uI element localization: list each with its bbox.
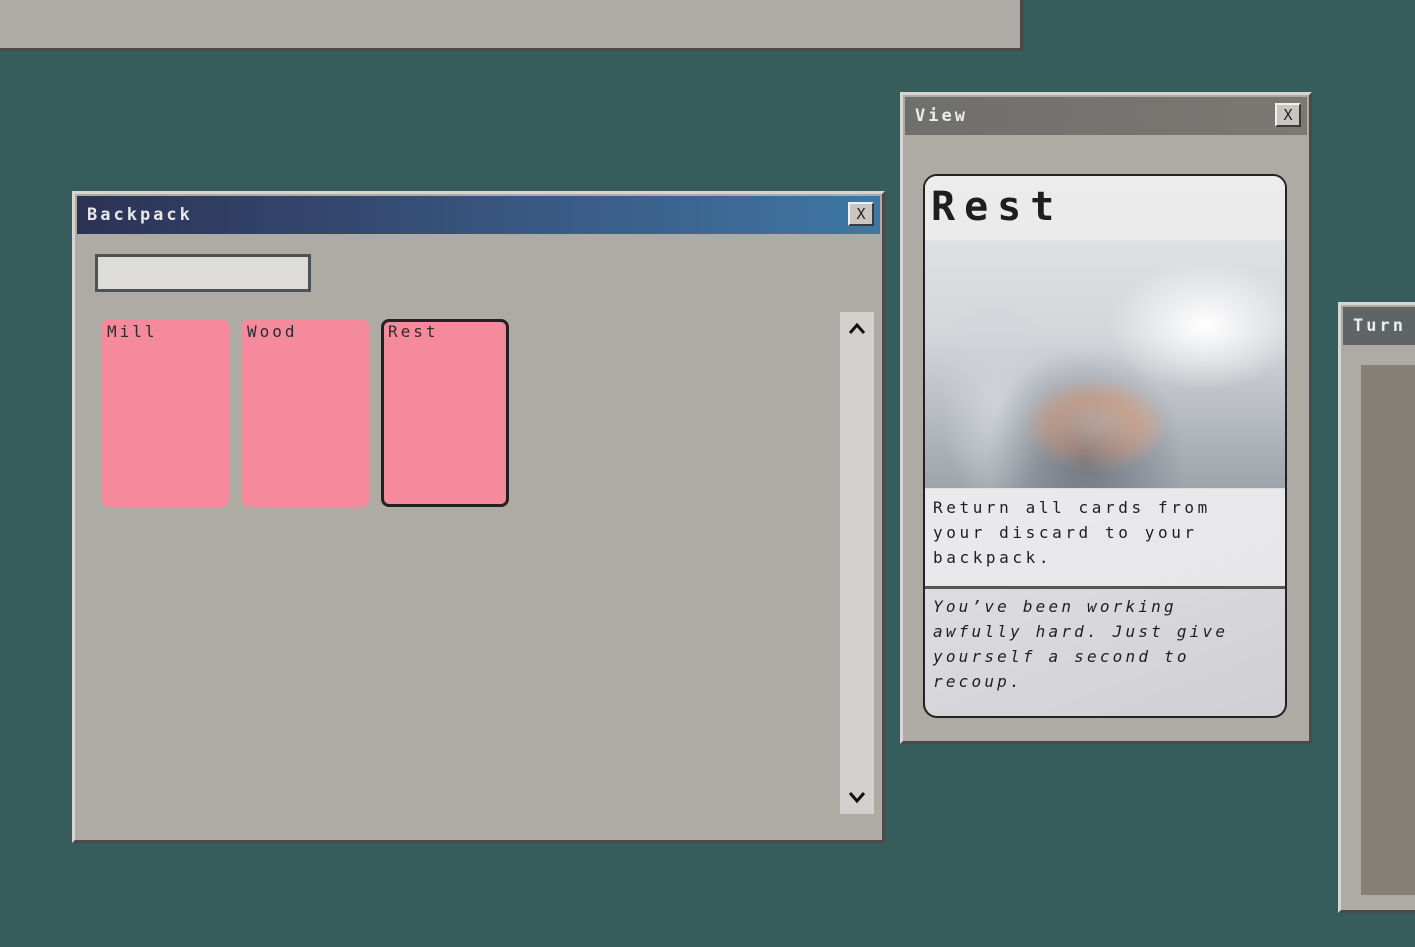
card-detail: Rest Return all cards from your discard … (923, 174, 1287, 718)
chevron-up-icon (848, 322, 866, 334)
turn-panel (1361, 365, 1415, 895)
card-flavor-text: You’ve been working awfully hard. Just g… (933, 597, 1229, 691)
turn-title: Turn (1353, 316, 1406, 336)
turn-window: Turn (1338, 302, 1415, 913)
card-title-bar: Rest (925, 176, 1285, 240)
card-wood[interactable]: Wood (241, 319, 369, 507)
view-window: View X Rest Return all cards from your d… (900, 92, 1312, 744)
view-titlebar[interactable]: View X (905, 97, 1307, 135)
card-rest[interactable]: Rest (381, 319, 509, 507)
card-mill[interactable]: Mill (101, 319, 229, 507)
chevron-down-icon (848, 792, 866, 804)
top-partial-window (0, 0, 1023, 51)
card-label: Wood (247, 322, 298, 341)
view-close-button[interactable]: X (1275, 103, 1301, 127)
backpack-window: Backpack X Mill Wood Rest (72, 191, 885, 843)
card-label: Mill (107, 322, 158, 341)
backpack-close-button[interactable]: X (848, 202, 874, 226)
close-icon: X (1283, 106, 1293, 124)
backpack-title: Backpack (87, 205, 193, 225)
card-title: Rest (931, 184, 1064, 230)
backpack-titlebar[interactable]: Backpack X (77, 196, 880, 234)
card-label: Rest (388, 322, 439, 341)
scroll-down-button[interactable] (840, 782, 874, 812)
backpack-search-input[interactable] (95, 254, 311, 292)
close-icon: X (856, 205, 866, 223)
view-title: View (915, 106, 968, 126)
turn-titlebar[interactable]: Turn (1343, 307, 1415, 345)
card-description: Return all cards from your discard to yo… (925, 489, 1285, 589)
card-image-shade (985, 346, 1185, 488)
backpack-scrollbar[interactable] (840, 312, 874, 814)
scroll-up-button[interactable] (840, 314, 874, 344)
